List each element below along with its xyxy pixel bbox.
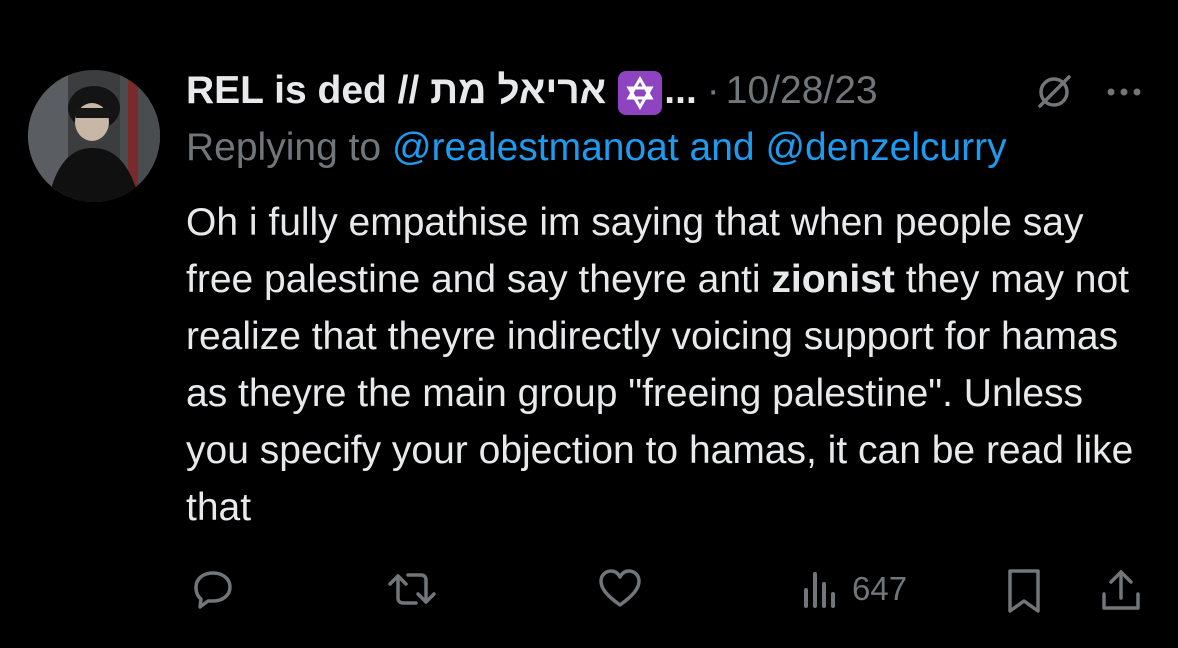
tweet-date[interactable]: 10/28/23 xyxy=(726,69,878,113)
bookmark-icon xyxy=(1004,566,1044,616)
views-icon xyxy=(800,566,840,612)
grok-icon[interactable] xyxy=(1032,70,1076,114)
like-icon xyxy=(596,566,644,612)
tweet-header: REL is ded // אריאל מת ... · 10/28/23 xyxy=(186,60,1156,122)
action-bar: 647 xyxy=(186,566,1156,622)
bookmark-button[interactable] xyxy=(1004,566,1044,616)
retweet-button[interactable] xyxy=(386,566,438,612)
views-button[interactable]: 647 xyxy=(800,566,907,612)
tweet[interactable]: REL is ded // אריאל מת ... · 10/28/23 Re… xyxy=(0,0,1178,648)
tweet-text: Oh i fully empathise im saying that when… xyxy=(186,194,1156,536)
header-actions xyxy=(1032,70,1142,114)
tweet-text-bold: zionist xyxy=(771,258,895,301)
share-icon xyxy=(1098,566,1144,614)
views-count: 647 xyxy=(852,570,908,607)
header-separator: · xyxy=(706,69,720,112)
reply-context: Replying to @realestmanoat and @denzelcu… xyxy=(186,122,1156,174)
tweet-content: REL is ded // אריאל מת ... · 10/28/23 Re… xyxy=(186,60,1156,536)
mention-link[interactable]: @realestmanoat xyxy=(392,126,679,169)
reply-button[interactable] xyxy=(190,566,236,612)
retweet-icon xyxy=(386,566,438,612)
reply-conjunction: and xyxy=(689,126,755,169)
author-name[interactable]: REL is ded // אריאל מת xyxy=(186,69,606,113)
reply-icon xyxy=(190,566,236,612)
reply-prefix: Replying to xyxy=(186,126,382,169)
star-of-david-icon xyxy=(618,71,663,115)
mention-link[interactable]: @denzelcurry xyxy=(765,126,1006,169)
like-button[interactable] xyxy=(596,566,644,612)
name-truncation: ... xyxy=(664,69,697,112)
avatar[interactable] xyxy=(28,70,160,202)
share-button[interactable] xyxy=(1098,566,1144,614)
more-icon[interactable] xyxy=(1106,85,1142,99)
avatar-image xyxy=(28,70,160,202)
